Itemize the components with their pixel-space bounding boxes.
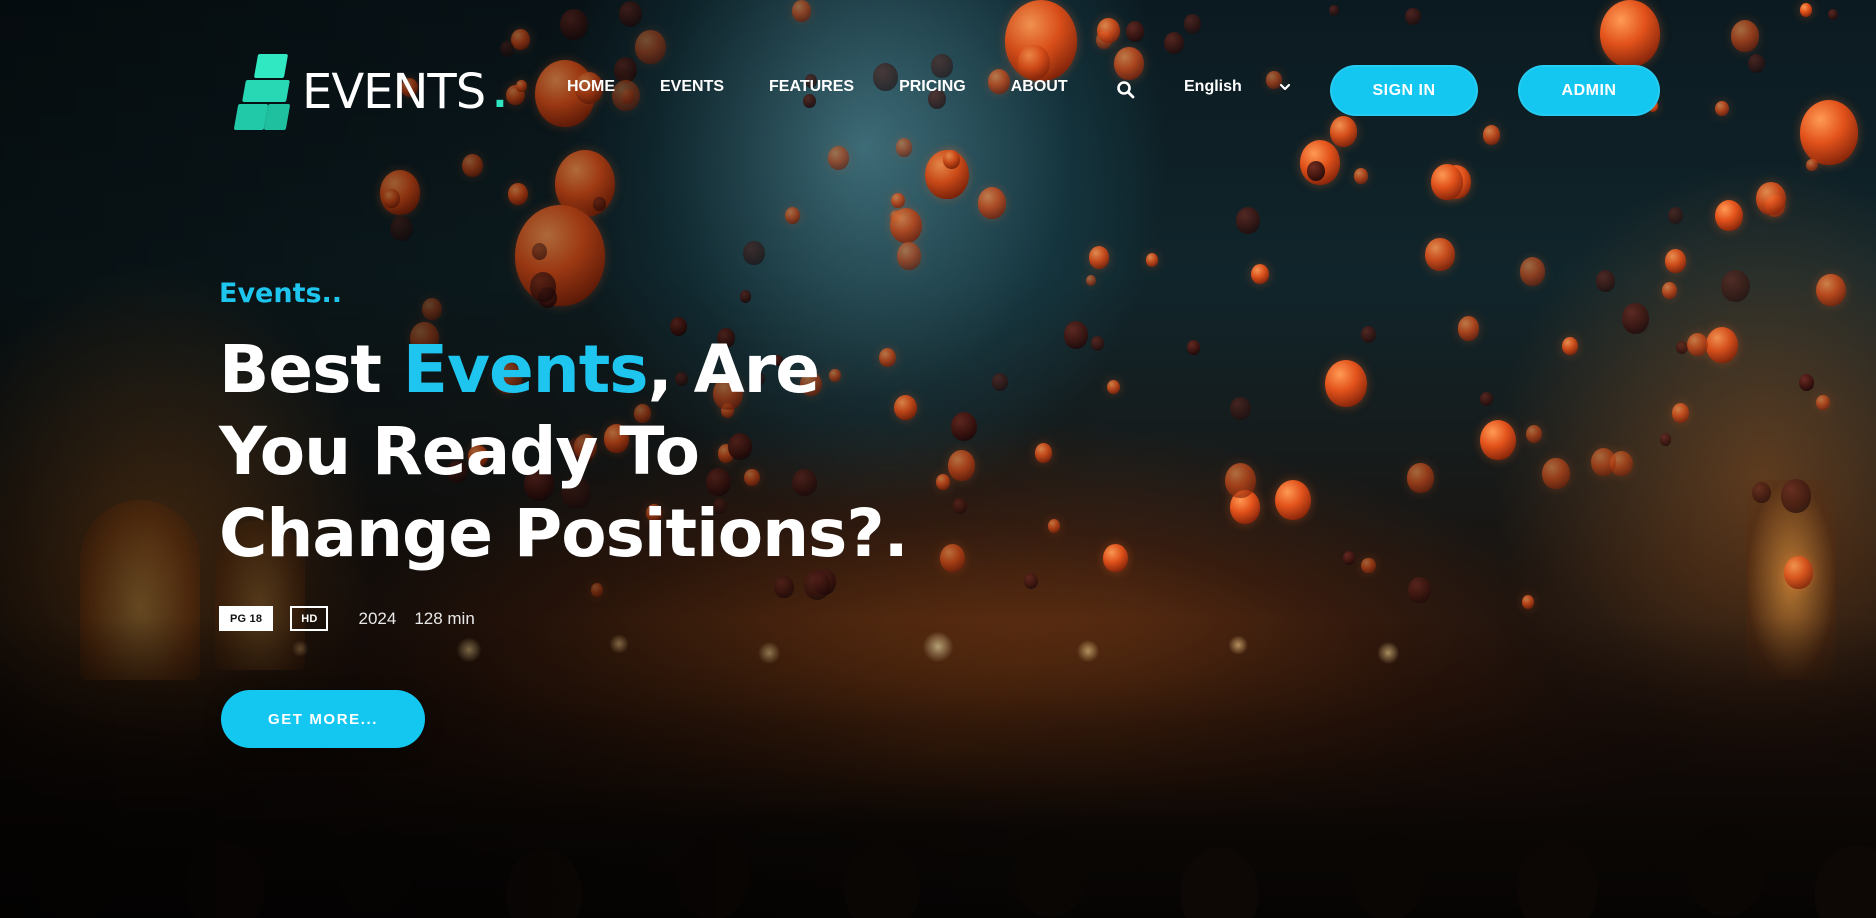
language-selected: English <box>1184 78 1242 95</box>
nav-pricing-link[interactable]: PRICING <box>899 78 966 96</box>
main-navigation: HOME EVENTS FEATURES PRICING ABOUT <box>567 78 1113 96</box>
admin-button[interactable]: ADMIN <box>1518 65 1660 116</box>
sign-in-button[interactable]: SIGN IN <box>1330 65 1478 116</box>
get-more-button[interactable]: GET MORE... <box>221 690 425 748</box>
nav-home-link[interactable]: HOME <box>567 78 615 96</box>
nav-features-link[interactable]: FEATURES <box>769 78 854 96</box>
headline-part2: , Are <box>647 331 820 408</box>
headline-part1: Best <box>219 331 403 408</box>
nav-about-link[interactable]: ABOUT <box>1011 78 1068 96</box>
hero-section: Events.. Best Events, Are You Ready To C… <box>219 278 939 748</box>
hero-eyebrow: Events.. <box>219 278 343 309</box>
language-selector[interactable]: English <box>1184 78 1292 96</box>
logo-dot: . <box>493 65 507 118</box>
headline-line2: You Ready To <box>219 413 700 490</box>
site-logo[interactable]: EVENTS . <box>233 54 507 130</box>
headline-accent: Events <box>402 331 649 408</box>
quality-badge: HD <box>290 606 329 631</box>
headline-line3: Change Positions?. <box>219 495 909 572</box>
event-meta: PG 18 HD 2024 128 min <box>219 606 475 631</box>
nav-events-link[interactable]: EVENTS <box>660 78 724 96</box>
logo-text: EVENTS <box>302 64 486 120</box>
rating-badge: PG 18 <box>219 606 274 631</box>
site-header: EVENTS . HOME EVENTS FEATURES PRICING AB… <box>0 0 1876 180</box>
event-duration: 128 min <box>414 608 475 628</box>
search-icon[interactable] <box>1116 80 1136 100</box>
event-year: 2024 <box>358 608 397 628</box>
hero-headline: Best Events, Are You Ready To Change Pos… <box>219 329 939 575</box>
chevron-down-icon <box>1279 83 1290 91</box>
logo-mark-icon <box>233 54 292 130</box>
